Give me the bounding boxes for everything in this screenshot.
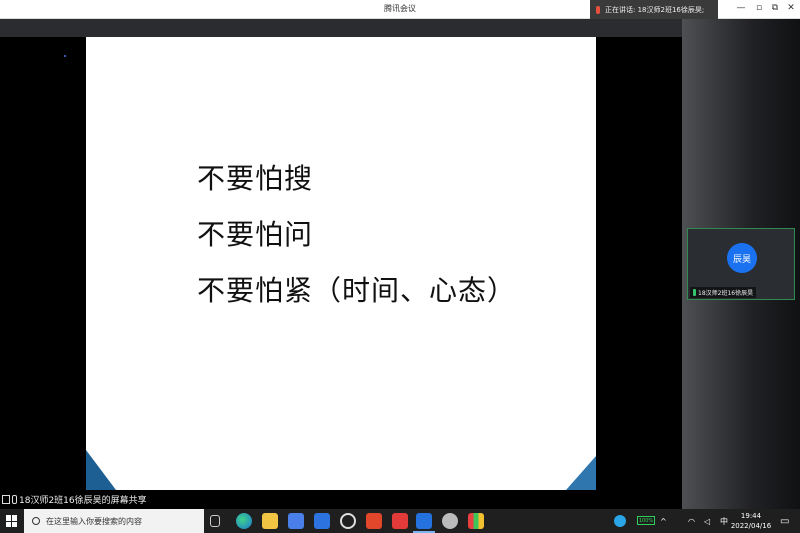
meeting-toolbar [0, 19, 682, 37]
restore-button[interactable]: ▫ [752, 3, 766, 13]
slide-decoration-right [566, 456, 596, 490]
screen-share-label: 18汉师2班16徐辰昊的屏幕共享 [19, 496, 147, 506]
start-button[interactable] [6, 515, 18, 527]
title-bar: 腾讯会议 正在讲话: 18汉师2班16徐辰昊; — ▫ ⧉ ✕ [0, 0, 800, 19]
task-view-icon[interactable] [210, 515, 220, 527]
avatar: 辰昊 [727, 243, 757, 273]
maximize-button[interactable]: ⧉ [768, 3, 782, 13]
file-explorer-icon[interactable] [262, 513, 278, 529]
mic-icon [12, 495, 17, 504]
grid-app-icon[interactable] [468, 513, 484, 529]
circle-app-icon[interactable] [340, 513, 356, 529]
wifi-icon[interactable]: ◠ [688, 509, 695, 533]
volume-icon[interactable]: ◁ [704, 509, 710, 533]
participant-tile[interactable]: 辰昊 18汉师2班16徐辰昊 [687, 228, 795, 300]
speaking-text: 正在讲话: 18汉师2班16徐辰昊; [605, 5, 705, 14]
slide-line-2: 不要怕问 [197, 218, 314, 251]
avatar-app-icon[interactable] [442, 513, 458, 529]
office-icon[interactable] [366, 513, 382, 529]
slide-decoration-left [86, 450, 116, 490]
slide-line-3: 不要怕紧（时间、心态） [197, 274, 517, 307]
speaking-indicator: 正在讲话: 18汉师2班16徐辰昊; [590, 0, 718, 19]
search-icon [32, 517, 40, 525]
time: 19:44 [740, 512, 762, 520]
mic-icon [596, 5, 600, 14]
tray-app-icon[interactable] [614, 515, 626, 527]
screen-share-bar[interactable]: 18汉师2班16徐辰昊的屏幕共享 [0, 490, 682, 509]
store-icon[interactable] [288, 513, 304, 529]
chevron-up-icon[interactable]: ^ [660, 509, 667, 533]
date: 2022/04/16 [730, 522, 772, 530]
clock[interactable]: 19:44 2022/04/16 [728, 511, 774, 531]
shared-screen: 不要怕搜 不要怕问 不要怕紧（时间、心态） [0, 37, 682, 490]
participant-name: 18汉师2班16徐辰昊 [698, 290, 754, 297]
search-placeholder: 在这里输入你要搜索的内容 [46, 516, 142, 526]
battery-icon[interactable]: 100% [637, 516, 655, 525]
tencent-meeting-icon[interactable] [413, 513, 435, 533]
screen-share-icon [2, 495, 10, 504]
slide-line-1: 不要怕搜 [197, 162, 314, 195]
mic-icon [693, 289, 696, 296]
minimize-button[interactable]: — [734, 3, 748, 13]
edge-icon[interactable] [236, 513, 252, 529]
taskbar-search[interactable]: 在这里输入你要搜索的内容 [24, 509, 204, 533]
ime-indicator[interactable]: 中 [720, 509, 728, 533]
windows-taskbar: 在这里输入你要搜索的内容 100% ^ ◠ ◁ 中 19:44 2022/04/… [0, 509, 800, 533]
participant-name-label: 18汉师2班16徐辰昊 [690, 287, 757, 298]
close-button[interactable]: ✕ [784, 3, 798, 13]
wps-icon[interactable] [392, 513, 408, 529]
presentation-slide: 不要怕搜 不要怕问 不要怕紧（时间、心态） [86, 37, 596, 490]
app-icon[interactable] [314, 513, 330, 529]
notification-icon[interactable]: ▭ [780, 509, 789, 533]
cursor-dot [64, 55, 66, 57]
